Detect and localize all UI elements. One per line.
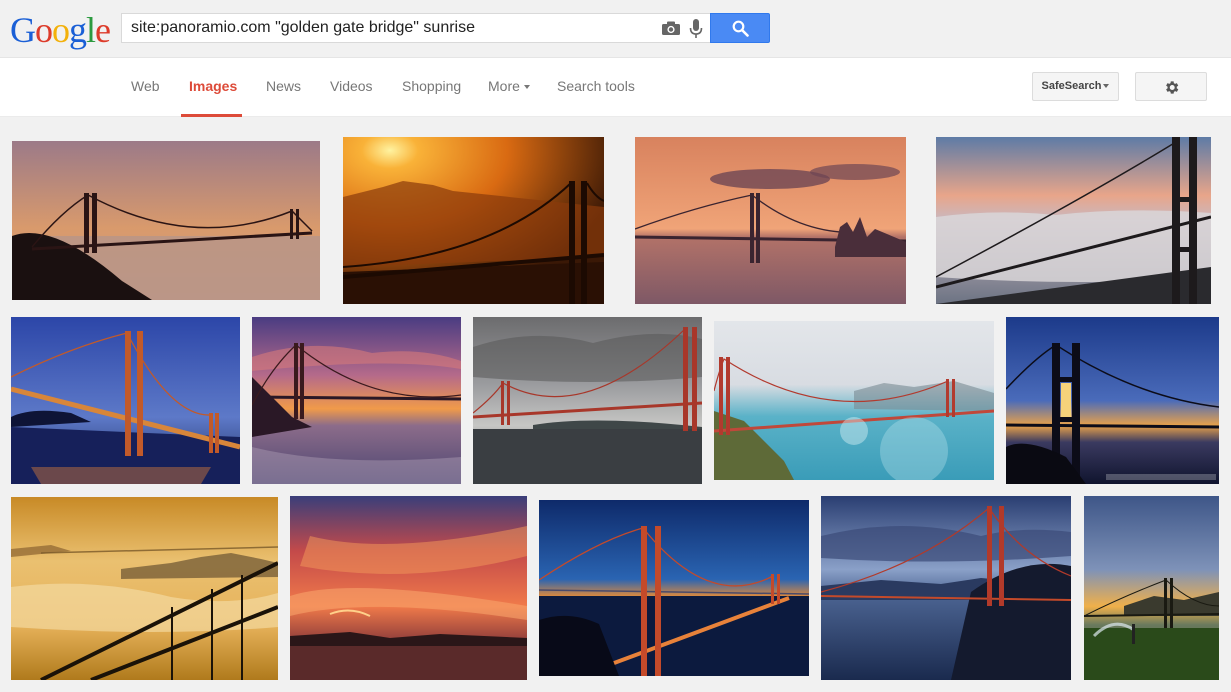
search-button[interactable]: [710, 13, 770, 43]
search-input[interactable]: [131, 14, 651, 42]
settings-button[interactable]: [1135, 72, 1207, 101]
active-tab-indicator: [181, 114, 242, 117]
chevron-down-icon: [523, 85, 530, 90]
search-tools-button[interactable]: Search tools: [557, 78, 635, 94]
image-result[interactable]: [635, 137, 906, 304]
logo-letter-g: G: [10, 10, 36, 50]
tab-shopping[interactable]: Shopping: [402, 78, 461, 94]
image-result[interactable]: [936, 137, 1211, 304]
chevron-down-icon: [1103, 84, 1110, 89]
tab-more-label: More: [488, 78, 520, 94]
image-result[interactable]: [473, 317, 702, 484]
logo-letter-o1: o: [35, 10, 53, 50]
image-result[interactable]: [12, 141, 320, 300]
image-result[interactable]: [1084, 496, 1219, 680]
camera-icon[interactable]: [662, 21, 680, 35]
logo-letter-o2: o: [52, 10, 70, 50]
search-box: [121, 13, 711, 43]
image-result[interactable]: [290, 496, 527, 680]
tab-news[interactable]: News: [266, 78, 301, 94]
image-result[interactable]: [252, 317, 461, 484]
gear-icon: [1166, 81, 1179, 94]
logo-letter-l: l: [86, 10, 96, 50]
tab-web[interactable]: Web: [131, 78, 160, 94]
safesearch-label: SafeSearch: [1041, 80, 1102, 92]
search-nav-bar: Web Images News Videos Shopping More Sea…: [0, 58, 1231, 117]
safesearch-button[interactable]: SafeSearch: [1032, 72, 1119, 101]
tab-images[interactable]: Images: [189, 78, 237, 94]
image-result[interactable]: [11, 317, 240, 484]
tab-videos[interactable]: Videos: [330, 78, 373, 94]
top-bar: Google: [0, 0, 1231, 58]
image-result[interactable]: [343, 137, 604, 304]
image-result[interactable]: [821, 496, 1071, 680]
image-result[interactable]: [1006, 317, 1219, 484]
logo-letter-g2: g: [69, 10, 87, 50]
microphone-icon[interactable]: [689, 19, 703, 39]
image-result[interactable]: [11, 497, 278, 680]
tab-more[interactable]: More: [488, 78, 530, 94]
magnifier-icon: [732, 20, 749, 37]
image-result[interactable]: [714, 321, 994, 480]
logo-letter-e: e: [95, 10, 111, 50]
image-result[interactable]: [539, 500, 809, 676]
google-logo[interactable]: Google: [10, 9, 111, 51]
